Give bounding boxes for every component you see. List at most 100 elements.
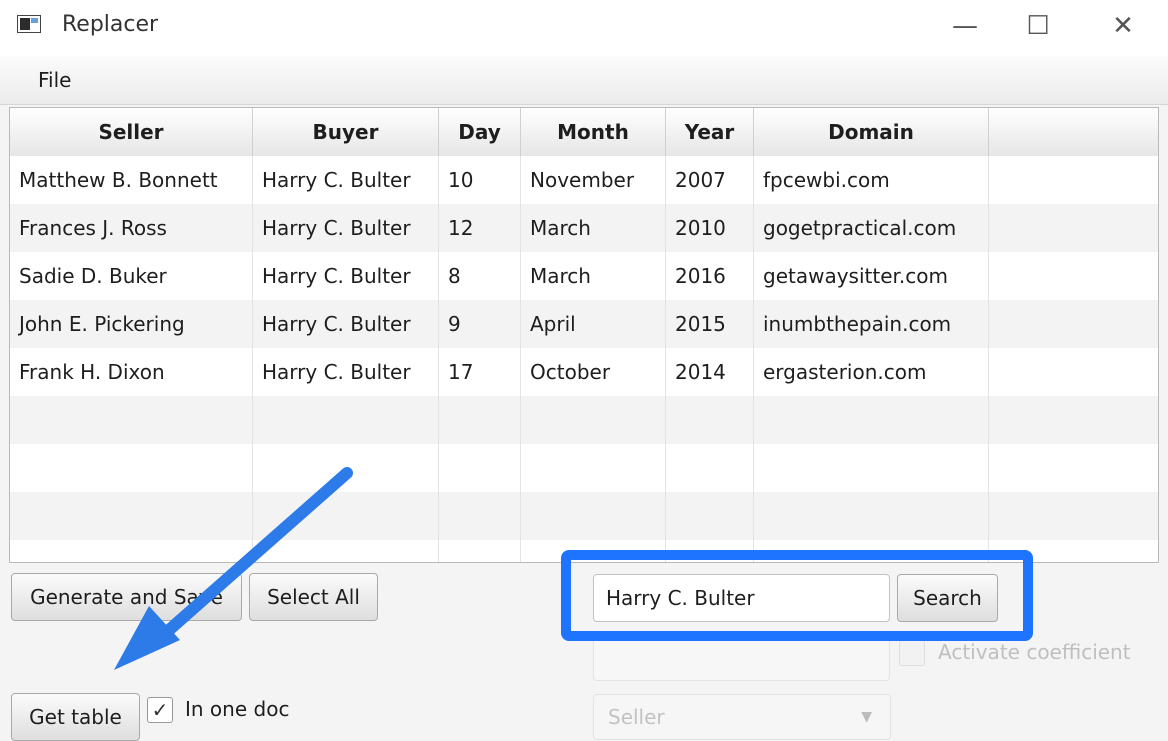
cell-blank (989, 252, 1158, 300)
cell-seller (10, 396, 253, 444)
cell-seller: John E. Pickering (10, 300, 253, 348)
table-row[interactable]: Frank H. Dixon Harry C. Bulter 17 October 20… (10, 348, 1158, 396)
cell-blank (989, 492, 1158, 540)
cell-seller (10, 492, 253, 540)
cell-domain (754, 540, 989, 562)
cell-month: March (521, 252, 666, 300)
table-row-empty[interactable] (10, 444, 1158, 492)
cell-seller: Matthew B. Bonnett (10, 156, 253, 204)
cell-buyer (253, 540, 439, 562)
column-header-year[interactable]: Year (666, 108, 754, 156)
cell-month (521, 444, 666, 492)
cell-year: 2010 (666, 204, 754, 252)
cell-buyer: Harry C. Bulter (253, 300, 439, 348)
cell-day: 17 (439, 348, 521, 396)
table-row-empty[interactable] (10, 492, 1158, 540)
cell-blank (989, 156, 1158, 204)
cell-domain (754, 444, 989, 492)
cell-day (439, 540, 521, 562)
cell-seller (10, 444, 253, 492)
cell-buyer: Harry C. Bulter (253, 204, 439, 252)
table-row[interactable]: John E. Pickering Harry C. Bulter 9 April 20… (10, 300, 1158, 348)
column-header-seller[interactable]: Seller (10, 108, 253, 156)
cell-seller (10, 540, 253, 562)
cell-blank (989, 540, 1158, 562)
cell-buyer (253, 492, 439, 540)
field-select-value: Seller (608, 705, 665, 729)
table-row[interactable]: Matthew B. Bonnett Harry C. Bulter 10 Novem… (10, 156, 1158, 204)
cell-day (439, 396, 521, 444)
column-header-month[interactable]: Month (521, 108, 666, 156)
activate-coefficient-label: Activate coefficient (938, 640, 1131, 664)
cell-domain (754, 492, 989, 540)
column-header-blank (989, 108, 1158, 156)
in-one-doc-label: In one doc (185, 697, 290, 721)
cell-year (666, 444, 754, 492)
cell-month (521, 540, 666, 562)
cell-buyer (253, 444, 439, 492)
close-button[interactable]: ✕ (1093, 0, 1153, 52)
cell-domain: fpcewbi.com (754, 156, 989, 204)
cell-day: 12 (439, 204, 521, 252)
cell-day: 10 (439, 156, 521, 204)
table-row-empty[interactable] (10, 396, 1158, 444)
table-row-empty[interactable] (10, 540, 1158, 562)
title-bar: Replacer — ☐ ✕ (0, 0, 1168, 56)
cell-domain: inumbthepain.com (754, 300, 989, 348)
cell-day (439, 492, 521, 540)
search-button[interactable]: Search (897, 574, 998, 622)
cell-buyer: Harry C. Bulter (253, 348, 439, 396)
column-header-domain[interactable]: Domain (754, 108, 989, 156)
table-header: Seller Buyer Day Month Year Domain (10, 108, 1158, 157)
cell-seller: Sadie D. Buker (10, 252, 253, 300)
cell-blank (989, 396, 1158, 444)
cell-month (521, 396, 666, 444)
cell-month: April (521, 300, 666, 348)
cell-domain: ergasterion.com (754, 348, 989, 396)
cell-year: 2014 (666, 348, 754, 396)
cell-day: 9 (439, 300, 521, 348)
cell-year (666, 540, 754, 562)
get-table-button[interactable]: Get table (11, 693, 140, 741)
cell-blank (989, 444, 1158, 492)
cell-buyer: Harry C. Bulter (253, 252, 439, 300)
cell-year: 2007 (666, 156, 754, 204)
cell-blank (989, 204, 1158, 252)
cell-year (666, 492, 754, 540)
cell-month (521, 492, 666, 540)
generate-and-save-button[interactable]: Generate and Save (11, 573, 242, 621)
activate-coefficient-checkbox[interactable] (899, 640, 925, 666)
cell-month: October (521, 348, 666, 396)
in-one-doc-checkbox[interactable]: ✓ (147, 697, 173, 723)
column-header-buyer[interactable]: Buyer (253, 108, 439, 156)
cell-day (439, 444, 521, 492)
cell-domain: getawaysitter.com (754, 252, 989, 300)
field-select[interactable]: Seller ▼ (593, 694, 891, 740)
table-row[interactable]: Frances J. Ross Harry C. Bulter 12 March 201… (10, 204, 1158, 252)
cell-year (666, 396, 754, 444)
search-input[interactable]: Harry C. Bulter (593, 574, 890, 622)
menu-file[interactable]: File (38, 68, 71, 92)
menu-bar: File (0, 56, 1168, 105)
maximize-button[interactable]: ☐ (1008, 0, 1068, 52)
cell-day: 8 (439, 252, 521, 300)
chevron-down-icon: ▼ (861, 709, 872, 725)
column-header-day[interactable]: Day (439, 108, 521, 156)
cell-seller: Frances J. Ross (10, 204, 253, 252)
cell-seller: Frank H. Dixon (10, 348, 253, 396)
data-table: Seller Buyer Day Month Year Domain Matth… (9, 107, 1159, 563)
cell-month: March (521, 204, 666, 252)
minimize-button[interactable]: — (935, 0, 995, 52)
window-title: Replacer (62, 12, 159, 37)
cell-buyer (253, 396, 439, 444)
app-icon (17, 15, 41, 33)
cell-domain: gogetpractical.com (754, 204, 989, 252)
cell-month: November (521, 156, 666, 204)
cell-year: 2016 (666, 252, 754, 300)
cell-buyer: Harry C. Bulter (253, 156, 439, 204)
coefficient-input[interactable] (593, 633, 890, 681)
table-row[interactable]: Sadie D. Buker Harry C. Bulter 8 March 2016 g… (10, 252, 1158, 300)
cell-blank (989, 348, 1158, 396)
select-all-button[interactable]: Select All (249, 573, 378, 621)
cell-blank (989, 300, 1158, 348)
